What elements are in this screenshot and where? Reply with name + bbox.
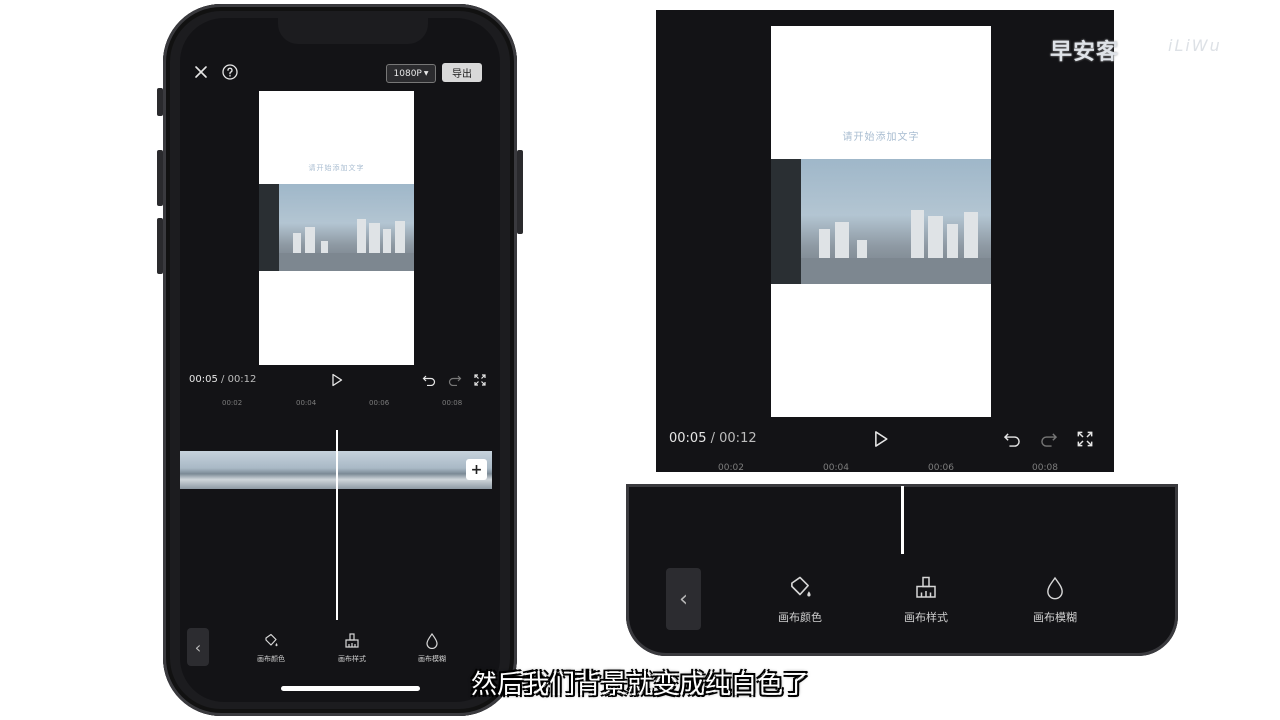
ruler-tick: 00:04 xyxy=(296,399,317,407)
zoom-total-time: 00:12 xyxy=(719,431,757,446)
canvas-caption: 请开始添加文字 xyxy=(308,164,365,172)
zoom-play-icon[interactable] xyxy=(870,428,892,450)
resolution-label: 1080P xyxy=(393,68,422,79)
zoom-canvas-caption: 请开始添加文字 xyxy=(842,132,920,143)
canvas-blur-label[interactable]: 画布模糊 xyxy=(412,654,452,664)
canvas-color-label[interactable]: 画布颜色 xyxy=(251,654,291,664)
watermark-suffix: iLiWu xyxy=(1168,36,1222,55)
export-button[interactable]: 导出 xyxy=(442,63,482,82)
time-separator: / xyxy=(221,374,225,385)
total-time: 00:12 xyxy=(227,374,257,385)
close-icon[interactable] xyxy=(192,63,210,81)
zoom-ruler-tick: 00:06 xyxy=(928,463,954,473)
phone-mute-switch xyxy=(157,88,163,116)
zoom-brush-icon[interactable] xyxy=(910,574,942,602)
zoom-fullscreen-icon[interactable] xyxy=(1075,429,1095,449)
zoom-current-time: 00:05 xyxy=(669,431,707,446)
zoom-paint-bucket-icon[interactable] xyxy=(784,574,816,602)
watermark: 早安客 xyxy=(1050,40,1120,65)
zoom-ruler-tick: 00:08 xyxy=(1032,463,1058,473)
ruler-tick: 00:02 xyxy=(222,399,243,407)
fullscreen-icon[interactable] xyxy=(472,372,488,388)
undo-icon[interactable] xyxy=(421,372,437,388)
play-icon[interactable] xyxy=(328,371,346,389)
preview-video-frame xyxy=(259,184,414,271)
subtitle-caption: 然后我们背景就变成纯白色了 xyxy=(470,670,809,700)
current-time: 00:05 xyxy=(189,374,218,385)
ruler-tick: 00:08 xyxy=(442,399,463,407)
phone-notch xyxy=(278,14,428,44)
zoom-drop-icon[interactable] xyxy=(1039,574,1071,602)
paint-bucket-icon[interactable] xyxy=(260,632,282,650)
ruler-tick: 00:06 xyxy=(369,399,390,407)
help-icon[interactable] xyxy=(221,63,239,81)
canvas-style-label[interactable]: 画布样式 xyxy=(332,654,372,664)
playhead[interactable] xyxy=(336,430,338,620)
zoom-canvas-color-label[interactable]: 画布颜色 xyxy=(765,609,835,625)
zoom-back-button[interactable]: ‹ xyxy=(666,568,701,630)
zoom-redo-icon[interactable] xyxy=(1039,429,1059,449)
brush-icon[interactable] xyxy=(341,632,363,650)
zoom-time-separator: / xyxy=(710,431,715,446)
zoom-time-readout: 00:05 / 00:12 xyxy=(669,431,757,446)
phone-volume-up xyxy=(157,150,163,206)
phone-volume-down xyxy=(157,218,163,274)
zoom-playhead[interactable] xyxy=(901,486,904,554)
back-button[interactable]: ‹ xyxy=(187,628,209,666)
zoom-canvas-style-label[interactable]: 画布样式 xyxy=(891,609,961,625)
zoom-video-frame xyxy=(771,159,991,284)
resolution-select[interactable]: 1080P ▼ xyxy=(386,64,436,83)
add-clip-button[interactable]: + xyxy=(466,459,487,480)
zoom-ruler-tick: 00:02 xyxy=(718,463,744,473)
drop-icon[interactable] xyxy=(421,632,443,650)
phone-power-button xyxy=(517,150,523,234)
zoom-canvas-blur-label[interactable]: 画布模糊 xyxy=(1020,609,1090,625)
time-readout: 00:05 / 00:12 xyxy=(189,374,256,385)
zoom-ruler-tick: 00:04 xyxy=(823,463,849,473)
redo-icon[interactable] xyxy=(447,372,463,388)
chevron-down-icon: ▼ xyxy=(423,70,429,77)
zoom-undo-icon[interactable] xyxy=(1002,429,1022,449)
